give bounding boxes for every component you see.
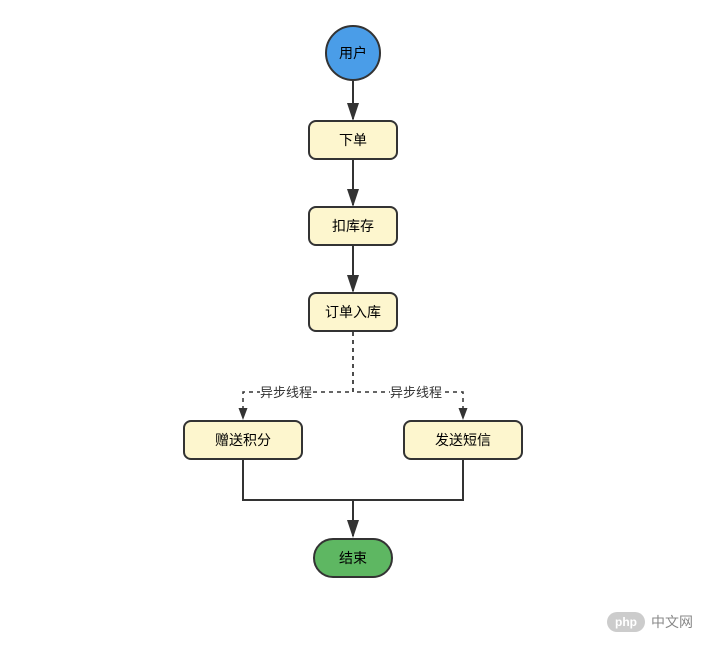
watermark: php 中文网 (607, 612, 693, 632)
watermark-logo: php (607, 612, 645, 632)
step3-label: 订单入库 (325, 302, 381, 322)
flowchart-diagram: 用户 下单 扣库存 订单入库 异步线程 异步线程 赠送积分 发送短信 结束 ph… (0, 0, 703, 647)
end-node: 结束 (313, 538, 393, 578)
branchB-label: 发送短信 (435, 430, 491, 450)
edge-label-async-right: 异步线程 (390, 382, 442, 401)
watermark-text: 中文网 (651, 612, 693, 632)
edge-label-async-left: 异步线程 (260, 382, 312, 401)
step1-label: 下单 (339, 130, 367, 150)
step2-label: 扣库存 (332, 216, 374, 236)
start-node: 用户 (325, 25, 381, 81)
process-node-sms: 发送短信 (403, 420, 523, 460)
process-node-persist: 订单入库 (308, 292, 398, 332)
process-node-points: 赠送积分 (183, 420, 303, 460)
process-node-order: 下单 (308, 120, 398, 160)
process-node-inventory: 扣库存 (308, 206, 398, 246)
end-label: 结束 (339, 548, 367, 568)
branchA-label: 赠送积分 (215, 430, 271, 450)
start-label: 用户 (339, 43, 367, 63)
